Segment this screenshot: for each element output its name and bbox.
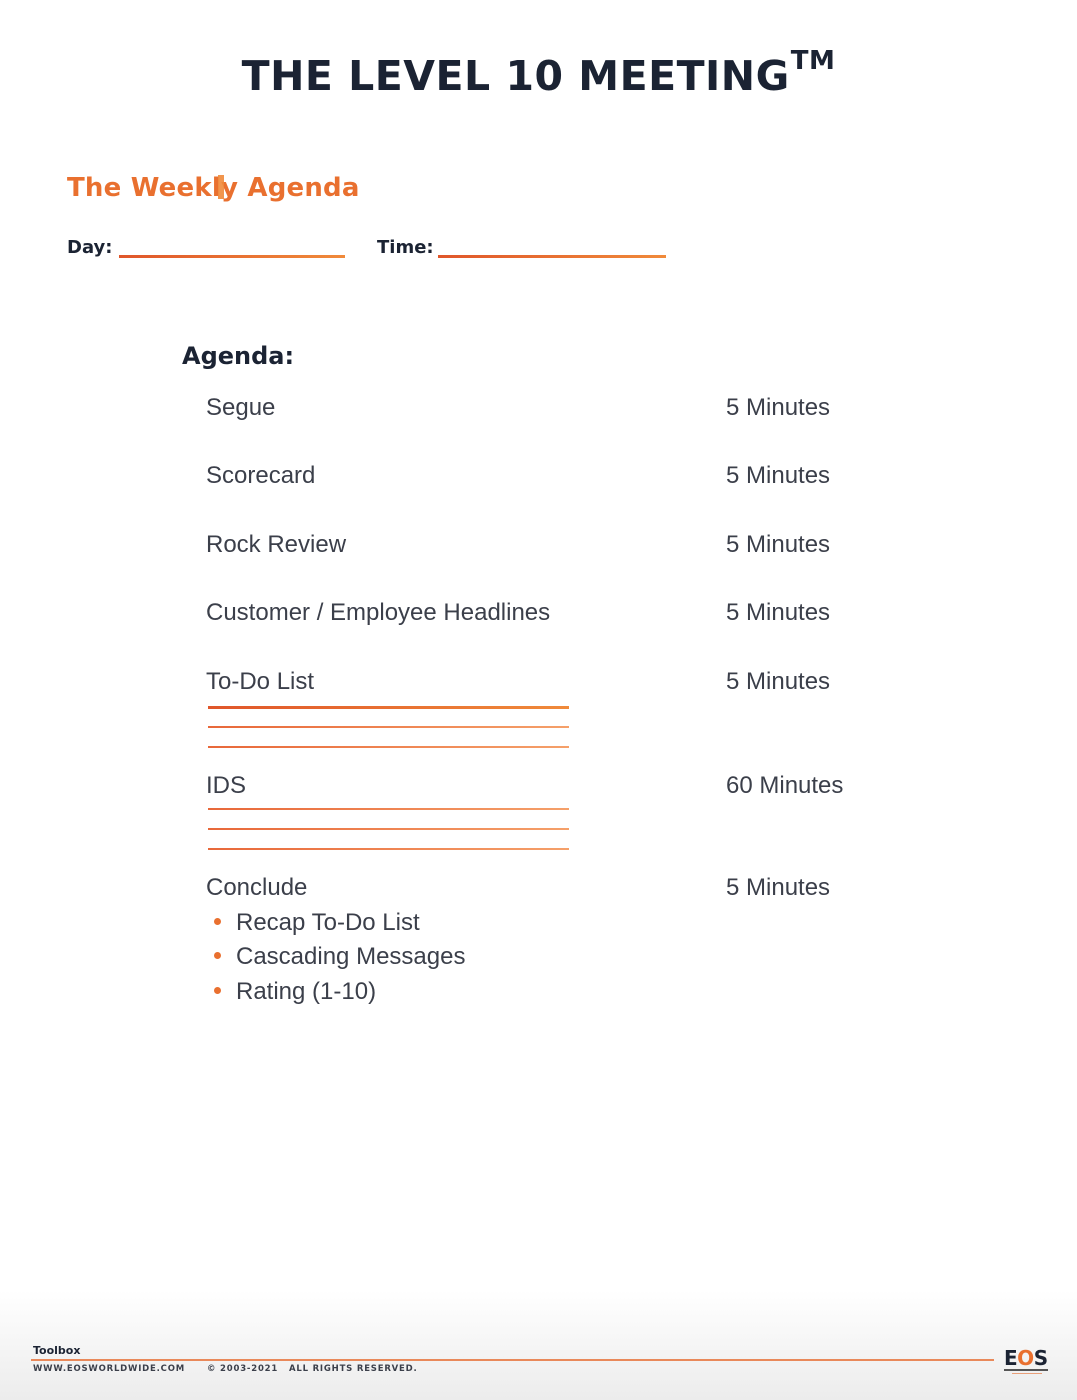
agenda-item-todo-list: To-Do List <box>206 668 315 695</box>
todo-note-line[interactable] <box>208 706 569 709</box>
bullet-icon <box>214 987 221 994</box>
footer-rights: ALL RIGHTS RESERVED. <box>289 1364 418 1374</box>
page-background <box>0 0 1077 1400</box>
bullet-text: Recap To-Do List <box>236 909 420 936</box>
logo-letter: O <box>1017 1346 1034 1370</box>
conclude-bullet: Recap To-Do List <box>214 909 420 937</box>
ids-note-line[interactable] <box>208 808 569 810</box>
subtitle-text-start: The Weekl <box>67 173 221 203</box>
agenda-heading: Agenda: <box>182 342 295 370</box>
agenda-item-ids: IDS <box>206 772 247 799</box>
agenda-time-headlines: 5 Minutes <box>726 599 831 626</box>
ids-note-line[interactable] <box>208 848 569 850</box>
todo-note-line[interactable] <box>208 746 569 748</box>
agenda-item-headlines: Customer / Employee Headlines <box>206 599 551 626</box>
text-cursor <box>217 175 224 199</box>
agenda-time-ids: 60 Minutes <box>726 772 844 799</box>
title-text: THE LEVEL 10 MEETING <box>241 52 790 100</box>
logo-tagline <box>1012 1373 1042 1374</box>
footer-copyright: © 2003-2021 <box>207 1364 279 1374</box>
eos-logo: EOS <box>1004 1348 1050 1376</box>
bullet-text: Cascading Messages <box>236 943 466 970</box>
agenda-time-todo-list: 5 Minutes <box>726 668 831 695</box>
time-label: Time: <box>377 237 434 258</box>
agenda-item-conclude: Conclude <box>206 874 308 901</box>
bullet-text: Rating (1-10) <box>236 978 377 1005</box>
logo-letter: E <box>1004 1346 1018 1370</box>
agenda-time-segue: 5 Minutes <box>726 394 831 421</box>
agenda-item-rock-review: Rock Review <box>206 531 347 558</box>
ids-note-line[interactable] <box>208 828 569 830</box>
subtitle-text-end: y Agenda <box>220 173 360 203</box>
bullet-icon <box>214 918 221 925</box>
footer-website: WWW.EOSWORLDWIDE.COM <box>33 1364 185 1374</box>
logo-letter: S <box>1033 1346 1048 1370</box>
agenda-time-scorecard: 5 Minutes <box>726 462 831 489</box>
footer-divider <box>31 1359 994 1361</box>
bullet-icon <box>214 952 221 959</box>
agenda-item-segue: Segue <box>206 394 276 421</box>
agenda-time-rock-review: 5 Minutes <box>726 531 831 558</box>
footer-label: Toolbox <box>33 1344 81 1357</box>
agenda-item-scorecard: Scorecard <box>206 462 316 489</box>
weekly-agenda-subtitle[interactable]: The Weekly Agenda <box>67 173 360 203</box>
conclude-bullet: Cascading Messages <box>214 943 465 971</box>
trademark-symbol: TM <box>790 46 836 76</box>
day-field[interactable] <box>119 255 345 258</box>
todo-note-line[interactable] <box>208 726 569 728</box>
conclude-bullet: Rating (1-10) <box>214 978 376 1006</box>
page-title: THE LEVEL 10 MEETINGTM <box>0 46 1077 100</box>
day-label: Day: <box>67 237 113 258</box>
agenda-time-conclude: 5 Minutes <box>726 874 831 901</box>
time-field[interactable] <box>438 255 666 258</box>
